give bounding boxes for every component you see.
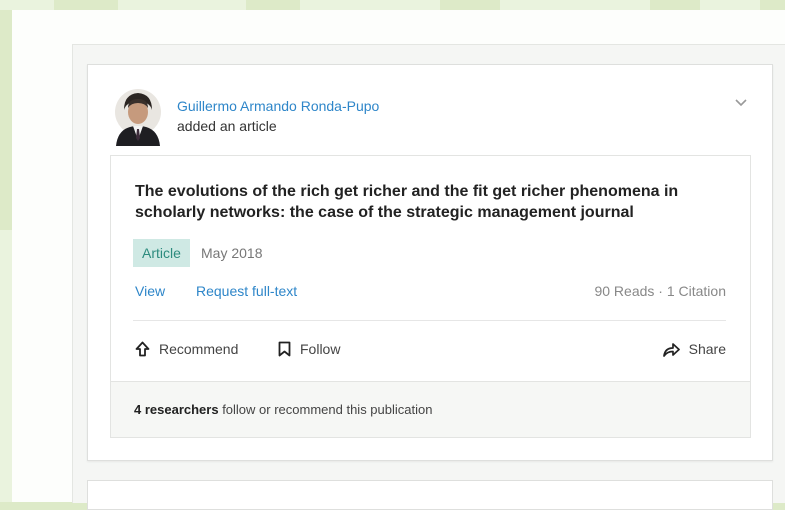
share-button[interactable]: Share	[662, 339, 726, 359]
background-block	[700, 0, 760, 10]
background-block	[0, 0, 54, 10]
publication-stats: 90 Reads · 1 Citation	[594, 283, 726, 299]
publication-card: The evolutions of the rich get richer an…	[110, 155, 751, 438]
followers-count[interactable]: 4 researchers	[134, 402, 219, 417]
next-feed-card	[87, 480, 773, 510]
author-action-text: added an article	[177, 118, 277, 134]
followers-summary: 4 researchers follow or recommend this p…	[134, 402, 432, 417]
publication-type-badge: Article	[133, 239, 190, 267]
publication-footer: 4 researchers follow or recommend this p…	[111, 381, 750, 437]
follow-label: Follow	[300, 341, 341, 357]
followers-summary-text: follow or recommend this publication	[218, 402, 433, 417]
request-full-text-link[interactable]: Request full-text	[196, 283, 297, 299]
background-block	[300, 0, 440, 10]
publication-date: May 2018	[201, 245, 263, 261]
avatar[interactable]	[114, 88, 162, 146]
background-block	[118, 0, 246, 10]
share-label: Share	[688, 341, 726, 357]
divider	[133, 320, 726, 321]
background-block	[500, 0, 650, 10]
bookmark-icon	[278, 341, 291, 357]
background-block	[0, 230, 12, 502]
share-arrow-icon	[662, 342, 680, 357]
publication-title[interactable]: The evolutions of the rich get richer an…	[135, 181, 735, 223]
recommend-label: Recommend	[159, 341, 239, 357]
recommend-button[interactable]: Recommend	[135, 339, 238, 359]
recommend-arrow-icon	[135, 341, 150, 357]
chevron-down-icon[interactable]	[735, 99, 747, 107]
author-name[interactable]: Guillermo Armando Ronda-Pupo	[177, 98, 379, 114]
feed-card: Guillermo Armando Ronda-Pupo added an ar…	[87, 64, 773, 461]
view-link[interactable]: View	[135, 283, 165, 299]
follow-button[interactable]: Follow	[278, 339, 340, 359]
